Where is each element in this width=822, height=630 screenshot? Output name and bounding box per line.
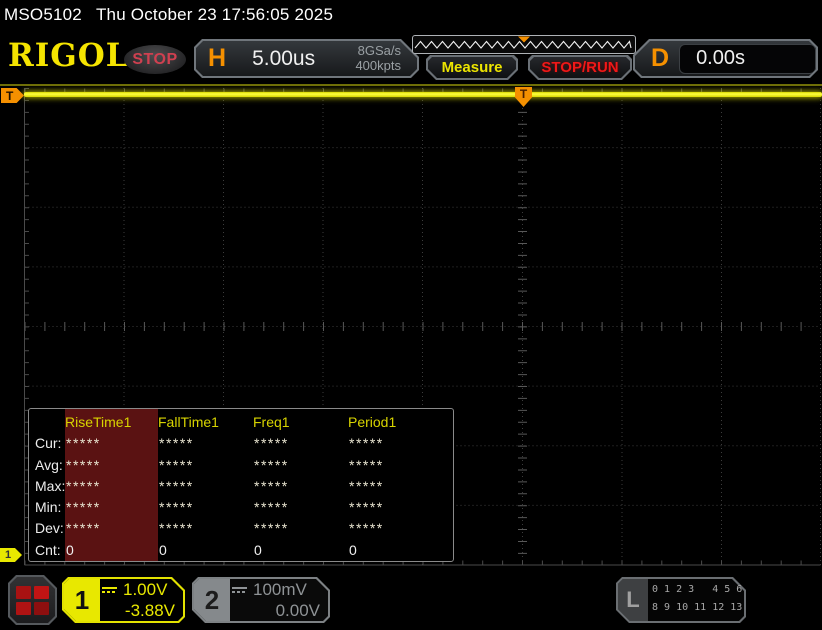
logic-channel-list: 0 1 2 3 4 5 6 78 9 10 11 12 13 14 15 [652,581,744,621]
title-bar: MSO5102 Thu October 23 17:56:05 2025 [4,5,333,25]
channel1-position-marker-label: 1 [5,549,11,561]
measurement-value: ***** [65,454,158,475]
rigol-logo: RIGOL [8,38,129,75]
channel2-status-box[interactable]: 2 100mV 0.00V [192,577,330,623]
horizontal-timebase-panel[interactable]: H 5.00us 8GSa/s 400kpts [194,39,419,78]
channel2-offset: 0.00V [232,600,326,621]
logic-channels-row2: 8 9 10 11 12 13 14 15 [652,602,778,613]
measure-button-label: Measure [442,59,503,76]
dc-coupling-icon [232,587,247,593]
measurement-value: ***** [253,432,348,454]
measurement-value: ***** [348,496,453,517]
channel1-number: 1 [64,579,100,621]
measurement-value: ***** [65,496,158,517]
row-label: Min: [29,496,65,517]
trigger-level-marker-label: T [6,89,13,103]
memory-depth: 400kpts [355,58,401,73]
trigger-position-marker-label: T [520,87,527,107]
waveform-overview-zigzag-icon [413,36,633,51]
menu-button[interactable] [8,575,57,625]
measurement-value: ***** [348,517,453,539]
channel1-readout: 1.00V -3.88V [102,579,181,621]
delay-value-box: 0.00s [679,44,816,74]
measurement-value: 0 [253,539,348,561]
delay-label: D [651,44,669,73]
measurement-value: ***** [253,496,348,517]
model-name: MSO5102 [4,5,82,24]
row-label: Cur: [29,432,65,454]
measurement-value: ***** [348,475,453,496]
channel1-status-box[interactable]: 1 1.00V -3.88V [62,577,185,623]
horizontal-label: H [208,44,226,73]
measurement-column-header: Period1 [348,409,453,432]
measurement-value: ***** [65,432,158,454]
channel2-readout: 100mV 0.00V [232,579,326,621]
measurement-value: ***** [65,475,158,496]
measurement-value: ***** [65,517,158,539]
measurement-value: ***** [158,454,253,475]
channel1-offset: -3.88V [102,600,181,621]
stop-run-button[interactable]: STOP/RUN [528,55,632,80]
measurement-value: ***** [253,517,348,539]
row-label: Dev: [29,517,65,539]
measurement-value: ***** [158,475,253,496]
row-label: Avg: [29,454,65,475]
measurement-column-header: FallTime1 [158,409,253,432]
trigger-delay-panel[interactable]: D 0.00s [633,39,818,78]
measurement-value: 0 [158,539,253,561]
delay-value: 0.00s [680,47,745,70]
timebase-value: 5.00us [252,47,315,71]
measure-button[interactable]: Measure [426,55,518,80]
row-label: Cnt: [29,539,65,561]
stop-run-button-label: STOP/RUN [541,59,618,76]
menu-grid-icon [16,586,49,615]
dc-coupling-icon [102,587,117,593]
oscilloscope-screen: MSO5102 Thu October 23 17:56:05 2025 RIGO… [0,0,822,630]
logic-channels-row1: 0 1 2 3 4 5 6 7 [652,584,754,595]
measurement-value: ***** [158,496,253,517]
measurement-value: 0 [65,539,158,561]
run-state-badge: STOP [124,45,186,74]
measurement-value: ***** [348,454,453,475]
logic-analyzer-status-box[interactable]: L 0 1 2 3 4 5 6 78 9 10 11 12 13 14 15 [616,577,746,623]
datetime: Thu October 23 17:56:05 2025 [96,5,333,24]
channel2-number: 2 [194,579,230,621]
measurement-value: ***** [158,517,253,539]
waveform-overview-strip[interactable] [412,35,636,54]
row-label: Max: [29,475,65,496]
measurement-value: 0 [348,539,453,561]
channel1-trace [24,92,822,97]
channel2-scale: 100mV [253,580,307,599]
measurement-value: ***** [158,432,253,454]
measurement-value: ***** [253,454,348,475]
measurement-value: ***** [253,475,348,496]
measurement-column-header: Freq1 [253,409,348,432]
measurement-value: ***** [348,432,453,454]
measurement-results-table: RiseTime1 FallTime1 Freq1 Period1 Cur: *… [28,408,454,562]
channel1-scale: 1.00V [123,580,167,599]
sample-rate: 8GSa/s [358,43,401,58]
acquisition-info: 8GSa/s 400kpts [355,44,401,74]
logic-analyzer-label: L [618,579,648,621]
measurement-column-header: RiseTime1 [65,409,158,432]
